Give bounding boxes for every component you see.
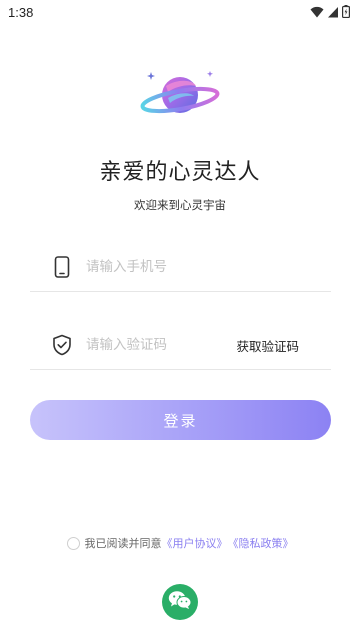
user-agreement-link[interactable]: 《用户协议》 [162, 535, 228, 551]
phone-input[interactable] [86, 258, 236, 275]
agreement: 我已阅读并同意 《用户协议》 《隐私政策》 [0, 535, 360, 551]
code-field: 获取验证码 [30, 320, 331, 370]
agreement-prefix: 我已阅读并同意 [84, 537, 162, 550]
planet-logo [138, 68, 222, 120]
wifi-icon [310, 3, 324, 22]
shield-check-icon [50, 333, 74, 357]
phone-field [30, 242, 331, 292]
wechat-login-button[interactable] [162, 584, 198, 620]
get-code-button[interactable]: 获取验证码 [236, 336, 299, 355]
status-bar: 1:38 [0, 0, 360, 24]
status-icons [310, 3, 351, 22]
login-button[interactable]: 登录 [30, 400, 331, 440]
phone-icon [50, 255, 74, 279]
wechat-icon [168, 590, 192, 614]
privacy-policy-link[interactable]: 《隐私政策》 [228, 535, 294, 551]
status-time: 1:38 [8, 4, 34, 20]
page-title: 亲爱的心灵达人 [99, 160, 261, 185]
battery-icon [342, 3, 351, 22]
agree-checkbox[interactable] [66, 536, 80, 550]
page-subtitle: 欢迎来到心灵宇宙 [134, 198, 226, 212]
code-input[interactable] [86, 336, 236, 353]
signal-icon [327, 3, 339, 22]
